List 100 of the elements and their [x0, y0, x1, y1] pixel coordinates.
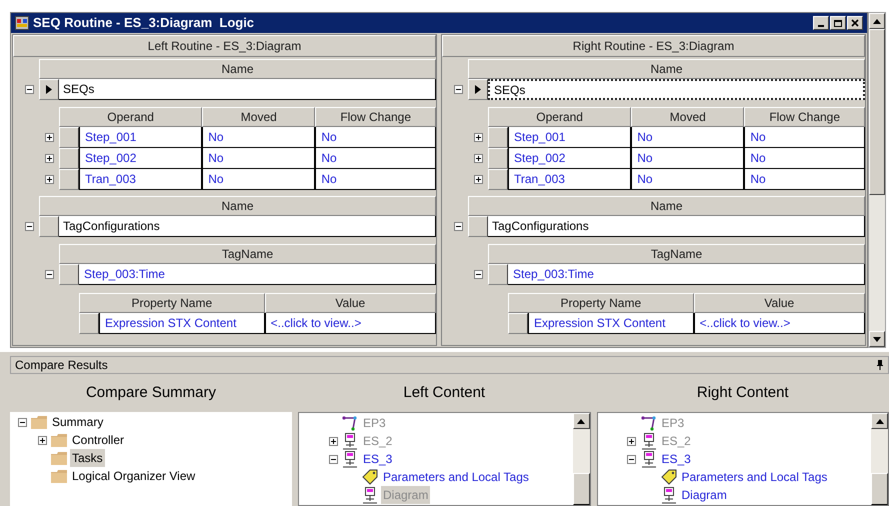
- tree-item[interactable]: Logical Organizer View: [70, 467, 198, 485]
- expander-icon[interactable]: [45, 175, 54, 184]
- row-header[interactable]: [59, 169, 79, 190]
- row-header[interactable]: [468, 79, 488, 100]
- expander-icon[interactable]: [25, 85, 34, 94]
- panel-header: Left Routine - ES_3:Diagram: [13, 35, 436, 57]
- expander-icon[interactable]: [474, 175, 483, 184]
- expander-icon[interactable]: [627, 454, 636, 464]
- table-cell: No: [744, 169, 865, 190]
- expander-icon[interactable]: [454, 222, 463, 231]
- panel-title: Compare Results: [15, 357, 109, 374]
- table-cell: Step_002: [508, 148, 632, 169]
- monitor-icon: [640, 450, 656, 468]
- maximize-button[interactable]: [830, 16, 846, 30]
- up-arrow-icon: [577, 418, 585, 424]
- expander-icon[interactable]: [328, 436, 338, 446]
- table-cell: SEQs: [488, 79, 865, 100]
- table-cell: Expression STX Content: [528, 313, 694, 334]
- row-header[interactable]: [488, 169, 508, 190]
- column-header: Name: [39, 59, 436, 79]
- column-header: Name: [39, 196, 436, 216]
- column-header: Moved: [631, 107, 744, 127]
- column-header: Operand: [488, 107, 632, 127]
- row-header[interactable]: [488, 127, 508, 148]
- expander-icon[interactable]: [25, 222, 34, 231]
- table-cell: No: [631, 127, 744, 148]
- monitor-icon: [342, 432, 358, 450]
- tree-item[interactable]: Diagram: [680, 486, 729, 504]
- expander-icon[interactable]: [18, 418, 26, 426]
- row-header[interactable]: [488, 264, 508, 285]
- row-header[interactable]: [59, 148, 79, 169]
- close-icon: [851, 19, 859, 27]
- panel-header: Right Routine - ES_3:Diagram: [442, 35, 865, 57]
- up-arrow-icon: [876, 418, 884, 424]
- table-cell: Step_001: [79, 127, 202, 148]
- table-cell: <..click to view..>: [694, 313, 865, 334]
- expander-icon[interactable]: [45, 270, 54, 279]
- tree-item[interactable]: Summary: [50, 413, 106, 431]
- scroll-down-button[interactable]: [869, 331, 885, 347]
- table-cell: No: [631, 148, 744, 169]
- vertical-scrollbar[interactable]: [868, 12, 886, 348]
- monitor-icon: [362, 486, 378, 504]
- connector-icon: [640, 416, 656, 430]
- expander-icon[interactable]: [38, 436, 46, 444]
- table-cell: <..click to view..>: [264, 313, 436, 334]
- table-cell: No: [744, 148, 865, 169]
- row-header[interactable]: [39, 216, 59, 237]
- expander-icon[interactable]: [474, 133, 483, 142]
- expander-icon[interactable]: [627, 436, 636, 446]
- row-header[interactable]: [488, 148, 508, 169]
- column-header: Operand: [59, 107, 202, 127]
- connector-icon: [342, 416, 358, 430]
- app-icon: [15, 16, 29, 30]
- tree-item[interactable]: Parameters and Local Tags: [381, 468, 531, 486]
- column-header: Flow Change: [744, 107, 865, 127]
- folder-icon: [31, 416, 47, 428]
- row-header[interactable]: [79, 313, 99, 334]
- row-header[interactable]: [468, 216, 488, 237]
- monitor-icon: [640, 432, 656, 450]
- table-cell: No: [315, 148, 436, 169]
- table-cell: TagConfigurations: [488, 216, 865, 237]
- monitor-icon: [660, 486, 676, 504]
- column-header: Value: [694, 293, 865, 313]
- folder-icon: [51, 452, 67, 464]
- column-header: TagName: [59, 244, 436, 264]
- expander-icon[interactable]: [45, 154, 54, 163]
- expander-icon[interactable]: [454, 85, 463, 94]
- row-header[interactable]: [59, 264, 79, 285]
- row-header[interactable]: [59, 127, 79, 148]
- tag-icon: [660, 469, 676, 485]
- scroll-up-button[interactable]: [869, 13, 885, 29]
- tree-item[interactable]: ES_3: [660, 450, 693, 468]
- expander-icon[interactable]: [474, 270, 483, 279]
- pane-title: Left Content: [402, 382, 486, 403]
- pin-icon[interactable]: [876, 360, 884, 370]
- column-header: Flow Change: [315, 107, 436, 127]
- vertical-scrollbar[interactable]: [871, 413, 888, 505]
- column-header: Moved: [202, 107, 316, 127]
- pane-title: Right Content: [696, 382, 790, 403]
- table-cell: Step_002: [79, 148, 202, 169]
- minimize-button[interactable]: [813, 16, 829, 30]
- expander-icon[interactable]: [45, 133, 54, 142]
- column-header: Property Name: [79, 293, 265, 313]
- maximize-icon: [834, 20, 842, 26]
- tree-item[interactable]: Parameters and Local Tags: [680, 468, 830, 486]
- expander-icon[interactable]: [474, 154, 483, 163]
- table-cell: No: [315, 127, 436, 148]
- tree-item[interactable]: Tasks: [70, 449, 105, 467]
- monitor-icon: [342, 450, 358, 468]
- vertical-scrollbar[interactable]: [572, 413, 590, 505]
- up-arrow-icon: [873, 18, 881, 24]
- table-cell: No: [202, 127, 316, 148]
- close-button[interactable]: [847, 16, 863, 30]
- row-header[interactable]: [508, 313, 528, 334]
- column-header: Value: [264, 293, 436, 313]
- table-cell: Step_001: [508, 127, 632, 148]
- tree-item[interactable]: ES_3: [361, 450, 394, 468]
- tree-item[interactable]: Controller: [70, 431, 126, 449]
- row-header[interactable]: [39, 79, 59, 100]
- expander-icon[interactable]: [328, 454, 338, 464]
